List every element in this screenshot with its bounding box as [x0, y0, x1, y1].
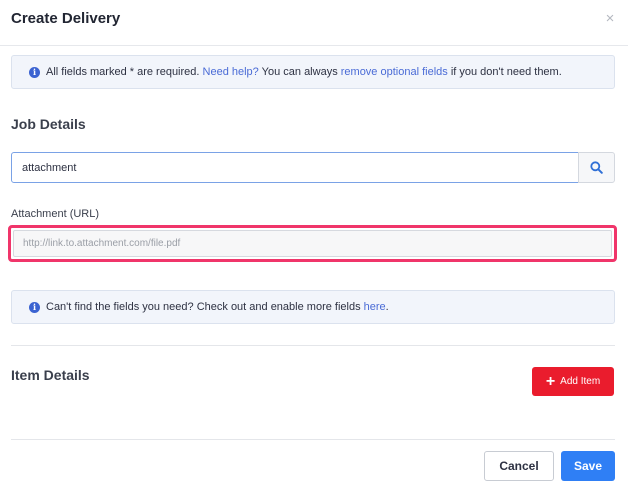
- section-divider: [11, 345, 615, 346]
- plus-icon: +: [545, 372, 556, 390]
- search-icon: [590, 161, 603, 174]
- remove-optional-fields-link[interactable]: remove optional fields: [341, 66, 448, 78]
- item-details-heading: Item Details: [11, 367, 90, 383]
- alert-text-start: All fields marked * are required.: [46, 66, 203, 78]
- more-fields-alert: i Can't find the fields you need? Check …: [11, 290, 615, 324]
- alert-text-end: if you don't need them.: [447, 66, 562, 78]
- field-search: [11, 152, 615, 183]
- add-item-button[interactable]: + Add Item: [532, 367, 614, 396]
- alert-text: All fields marked * are required. Need h…: [46, 66, 562, 78]
- add-item-label: Add Item: [560, 376, 601, 387]
- attachment-url-label: Attachment (URL): [11, 208, 100, 220]
- info-icon: i: [29, 66, 40, 78]
- alert-text: Can't find the fields you need? Check ou…: [46, 301, 389, 313]
- enable-fields-here-link[interactable]: here: [364, 301, 386, 313]
- modal-header: Create Delivery ×: [0, 0, 628, 46]
- alert-text-end: .: [385, 301, 389, 313]
- footer-divider: [11, 439, 615, 440]
- attachment-url-input[interactable]: [13, 230, 612, 257]
- job-details-heading: Job Details: [11, 116, 86, 132]
- required-fields-alert: i All fields marked * are required. Need…: [11, 55, 615, 89]
- save-button[interactable]: Save: [561, 451, 615, 481]
- alert-text-start: Can't find the fields you need? Check ou…: [46, 301, 364, 313]
- info-icon: i: [29, 301, 40, 313]
- modal-title: Create Delivery: [11, 10, 121, 27]
- need-help-link[interactable]: Need help?: [203, 66, 259, 78]
- cancel-button[interactable]: Cancel: [484, 451, 554, 481]
- close-icon[interactable]: ×: [603, 11, 617, 26]
- search-button[interactable]: [578, 152, 615, 183]
- alert-text-middle: You can always: [258, 66, 341, 78]
- field-search-input[interactable]: [11, 152, 579, 183]
